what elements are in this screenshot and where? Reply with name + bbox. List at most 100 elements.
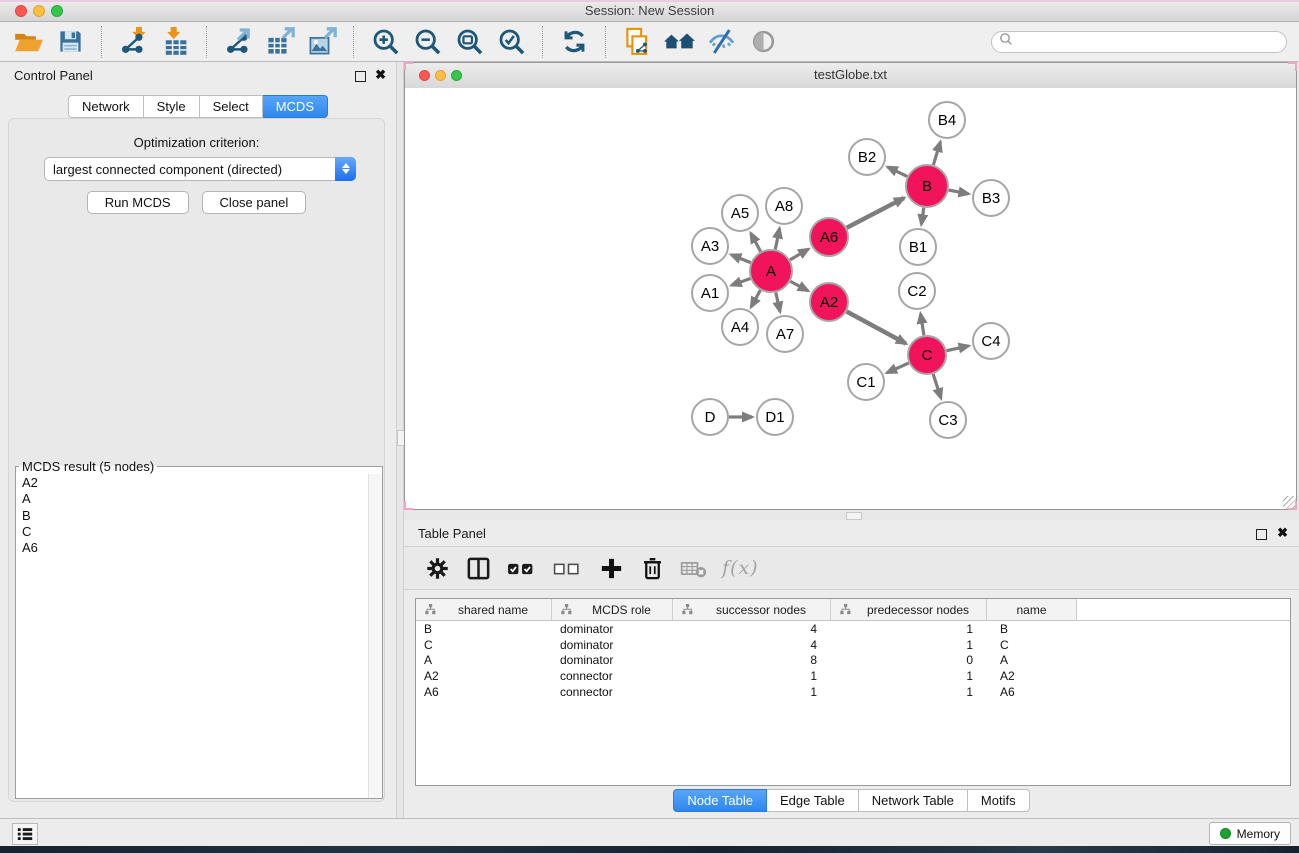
column-header-predecessor-nodes[interactable]: predecessor nodes (831, 599, 987, 620)
network-canvas[interactable]: B4B2BB3A5A8A6B1A3AC2A1A2A4A7C4CC1C3DD1 (405, 88, 1296, 509)
column-header-name[interactable]: name (987, 599, 1077, 620)
column-header-MCDS-role[interactable]: MCDS role (552, 599, 673, 620)
table-cell[interactable]: C (987, 638, 1077, 652)
graph-edge[interactable] (776, 292, 780, 311)
table-cell[interactable]: 1 (831, 669, 987, 683)
vertical-splitter[interactable] (396, 62, 404, 818)
export-network-button[interactable] (222, 27, 255, 57)
mcds-result-item[interactable]: B (22, 508, 369, 524)
graph-edge[interactable] (933, 374, 941, 398)
column-header-successor-nodes[interactable]: successor nodes (673, 599, 831, 620)
network-window-titlebar[interactable]: testGlobe.txt (405, 63, 1296, 89)
table-cell[interactable]: 4 (673, 638, 831, 652)
table-cell[interactable]: A2 (987, 669, 1077, 683)
close-panel-button[interactable]: Close panel (202, 191, 307, 214)
delete-table-button[interactable] (680, 553, 707, 583)
table-float-icon[interactable] (1256, 529, 1267, 540)
refresh-view-button[interactable] (558, 27, 591, 57)
tab-network[interactable]: Network (68, 95, 144, 118)
table-cell[interactable]: A2 (416, 669, 552, 683)
search-field[interactable] (991, 31, 1287, 53)
export-image-button[interactable] (306, 27, 339, 57)
graph-node-A7[interactable]: A7 (767, 316, 803, 352)
graph-edge[interactable] (933, 142, 940, 165)
graph-edge[interactable] (790, 281, 807, 290)
table-row[interactable]: A6connector11A6 (416, 684, 1290, 700)
table-cell[interactable]: C (416, 638, 552, 652)
search-input[interactable] (1017, 32, 1286, 52)
import-table-button[interactable] (159, 27, 192, 57)
select-all-button[interactable] (506, 553, 537, 583)
tab-select[interactable]: Select (200, 95, 263, 118)
show-all-button[interactable] (747, 27, 780, 57)
mcds-result-item[interactable]: A2 (22, 475, 369, 491)
table-cell[interactable]: 1 (831, 622, 987, 636)
graph-node-A[interactable]: A (750, 250, 792, 292)
mcds-result-item[interactable]: A6 (22, 540, 369, 556)
import-network-button[interactable] (117, 27, 150, 57)
graph-edge[interactable] (887, 363, 909, 373)
criterion-dropdown[interactable]: largest connected component (directed) (44, 157, 356, 181)
table-cell[interactable]: dominator (552, 638, 673, 652)
delete-column-button[interactable] (639, 553, 665, 583)
graph-node-A3[interactable]: A3 (692, 228, 728, 264)
table-cell[interactable]: B (416, 622, 552, 636)
tab-style[interactable]: Style (144, 95, 200, 118)
node-table[interactable]: shared nameMCDS rolesuccessor nodesprede… (415, 598, 1291, 786)
run-mcds-button[interactable]: Run MCDS (87, 191, 189, 214)
table-cell[interactable]: dominator (552, 622, 673, 636)
graph-node-B1[interactable]: B1 (900, 229, 936, 265)
table-row[interactable]: A2connector11A2 (416, 668, 1290, 684)
graph-node-D[interactable]: D (692, 399, 728, 435)
deselect-all-button[interactable] (552, 553, 583, 583)
function-builder-button[interactable]: f(x) (722, 557, 759, 579)
mcds-result-list[interactable]: A2ABCA6 (16, 474, 369, 798)
table-cell[interactable]: connector (552, 685, 673, 699)
zoom-fit-button[interactable] (453, 27, 486, 57)
table-cell[interactable]: A6 (416, 685, 552, 699)
graph-node-A6[interactable]: A6 (810, 218, 848, 256)
graph-edge[interactable] (775, 229, 779, 250)
graph-node-B3[interactable]: B3 (973, 180, 1009, 216)
graph-edge[interactable] (921, 314, 924, 336)
task-history-button[interactable] (12, 823, 38, 845)
export-table-button[interactable] (264, 27, 297, 57)
zoom-out-button[interactable] (411, 27, 444, 57)
float-panel-icon[interactable] (355, 71, 366, 82)
open-session-button[interactable] (12, 27, 45, 57)
table-cell[interactable]: 1 (673, 669, 831, 683)
table-settings-button[interactable] (424, 553, 450, 583)
home-neighbors-button[interactable] (663, 27, 696, 57)
graph-edge[interactable] (751, 290, 760, 307)
network-window[interactable]: testGlobe.txt B4B2BB3A5A8A6B1A3AC2A1A2A4… (404, 62, 1297, 510)
graph-node-A2[interactable]: A2 (810, 283, 848, 321)
graph-edge[interactable] (731, 255, 750, 263)
table-cell[interactable]: 1 (673, 685, 831, 699)
mcds-result-item[interactable]: C (22, 524, 369, 540)
graph-edge[interactable] (790, 249, 808, 260)
split-panel-button[interactable] (465, 553, 491, 583)
table-cell[interactable]: 1 (831, 685, 987, 699)
add-column-button[interactable] (598, 553, 624, 583)
tab-node-table[interactable]: Node Table (673, 789, 767, 812)
table-row[interactable]: Adominator80A (416, 652, 1290, 668)
table-cell[interactable]: 8 (673, 653, 831, 667)
table-row[interactable]: Bdominator41B (416, 621, 1290, 637)
network-graph[interactable]: B4B2BB3A5A8A6B1A3AC2A1A2A4A7C4CC1C3DD1 (405, 88, 1296, 509)
graph-node-B4[interactable]: B4 (929, 102, 965, 138)
graph-node-A5[interactable]: A5 (722, 195, 758, 231)
graph-node-B2[interactable]: B2 (849, 139, 885, 175)
graph-edge[interactable] (847, 198, 904, 228)
table-cell[interactable]: connector (552, 669, 673, 683)
graph-edge[interactable] (949, 190, 969, 194)
graph-node-C4[interactable]: C4 (973, 323, 1009, 359)
zoom-in-button[interactable] (369, 27, 402, 57)
table-close-icon[interactable]: ✖ (1277, 525, 1288, 541)
table-cell[interactable]: 4 (673, 622, 831, 636)
memory-button[interactable]: Memory (1209, 822, 1291, 845)
graph-node-D1[interactable]: D1 (757, 399, 793, 435)
table-cell[interactable]: A (987, 653, 1077, 667)
result-scrollbar[interactable] (368, 474, 382, 798)
save-session-button[interactable] (54, 27, 87, 57)
graph-node-A4[interactable]: A4 (722, 309, 758, 345)
